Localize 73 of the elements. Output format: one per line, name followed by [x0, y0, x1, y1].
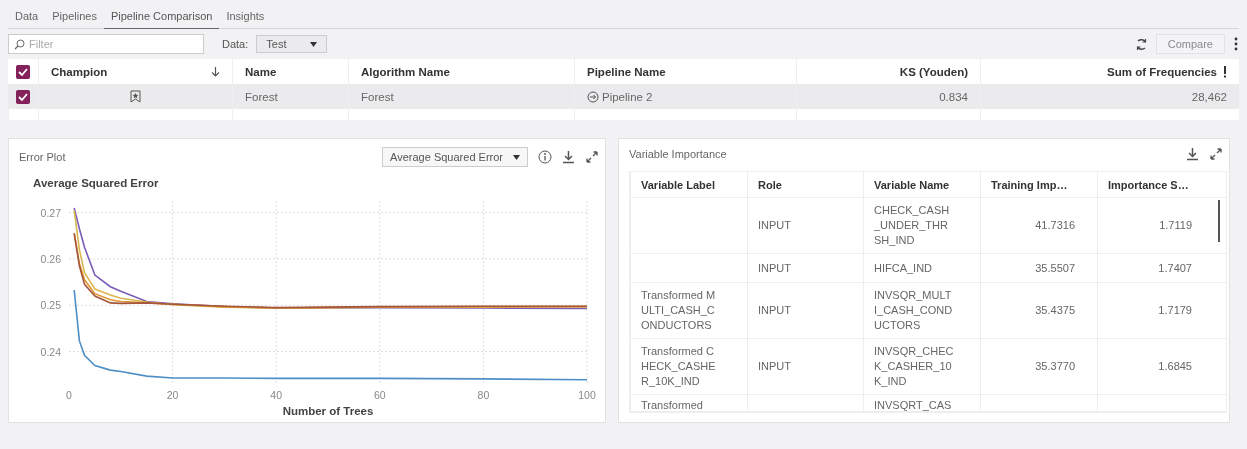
- more-menu-icon[interactable]: [1233, 37, 1239, 51]
- expand-icon[interactable]: [1209, 147, 1223, 161]
- x-tick-label: 80: [477, 389, 490, 401]
- data-dropdown[interactable]: Test: [256, 35, 328, 53]
- filter-field[interactable]: Filter: [8, 34, 204, 54]
- table-cell: 28,462: [1191, 90, 1227, 103]
- table-cell: INVSQR_CHECK_CASHER_10K_IND: [874, 344, 954, 389]
- x-tick-label: 40: [270, 389, 283, 401]
- download-icon[interactable]: [562, 150, 575, 164]
- column-header[interactable]: Algorithm Name: [361, 65, 450, 78]
- sort-arrow-icon[interactable]: [211, 66, 220, 77]
- table-cell: 1.6845: [1158, 359, 1192, 374]
- x-tick-label: 0: [66, 389, 72, 401]
- table-cell: 35.3770: [1035, 359, 1075, 374]
- table-cell: INPUT: [758, 218, 791, 233]
- y-tick-label: 0.27: [40, 206, 61, 219]
- panel-title: Variable Importance: [629, 148, 728, 160]
- column-header[interactable]: Importance S…: [1108, 178, 1189, 191]
- table-cell: Transformed: [641, 398, 703, 411]
- y-tick-label: 0.24: [40, 345, 61, 358]
- table-cell: INVSQRT_CAS: [874, 398, 952, 411]
- scrollbar-thumb[interactable]: [1218, 199, 1220, 242]
- tab[interactable]: Insights: [219, 6, 272, 29]
- table-cell: INPUT: [758, 260, 791, 276]
- chart-title: Average Squared Error: [33, 177, 160, 189]
- table-cell: INPUT: [758, 303, 791, 318]
- table-cell: 1.7407: [1158, 260, 1192, 276]
- column-header[interactable]: Training Imp…: [991, 178, 1068, 191]
- table-cell: 41.7316: [1035, 218, 1075, 233]
- column-header[interactable]: Name: [245, 65, 277, 78]
- data-label: Data:: [222, 38, 249, 50]
- table-cell-text: CHECK_CASH_UNDER_THRSH_IND: [874, 203, 951, 248]
- refresh-icon[interactable]: [1134, 37, 1148, 51]
- caret-icon: [513, 154, 520, 160]
- table-cell: INVSQR_MULTI_CASH_CONDUCTORS: [874, 288, 954, 333]
- table-cell: HIFCA_IND: [874, 260, 933, 276]
- tab[interactable]: Pipelines: [45, 6, 104, 29]
- x-tick-label: 20: [166, 389, 179, 401]
- bookmark-star-icon: [130, 90, 141, 103]
- column-header[interactable]: Role: [758, 178, 782, 191]
- exclamation-icon: [1223, 65, 1227, 78]
- column-header[interactable]: Pipeline Name: [587, 65, 666, 78]
- y-tick-label: 0.26: [40, 252, 61, 265]
- column-header[interactable]: Variable Label: [641, 178, 715, 191]
- table-cell: 1.7179: [1158, 303, 1192, 318]
- x-axis-label: Number of Trees: [282, 405, 374, 417]
- x-tick-label: 60: [373, 389, 386, 401]
- tab[interactable]: Data: [8, 6, 46, 29]
- table-cell: 35.4375: [1035, 303, 1075, 318]
- table-cell: 0.834: [939, 90, 968, 103]
- table-cell-text: Transformed MULTI_CASH_CONDUCTORS: [641, 288, 717, 333]
- column-header[interactable]: KS (Youden): [899, 65, 968, 78]
- table-cell: INPUT: [758, 359, 791, 374]
- caret-icon: [310, 41, 318, 47]
- tab[interactable]: Pipeline Comparison: [103, 6, 220, 29]
- metric-dropdown[interactable]: Average Squared Error: [382, 147, 528, 167]
- table-cell: Pipeline 2: [602, 90, 653, 103]
- checkbox[interactable]: [16, 89, 30, 104]
- x-tick-label: 100: [578, 389, 596, 401]
- panel-title: Error Plot: [19, 151, 67, 163]
- column-header[interactable]: Variable Name: [874, 178, 950, 191]
- table-cell: 35.5507: [1035, 260, 1075, 276]
- column-header[interactable]: Champion: [51, 65, 108, 78]
- y-tick-label: 0.25: [40, 299, 61, 312]
- table-cell: Forest: [245, 90, 278, 103]
- checkbox[interactable]: [16, 64, 30, 79]
- download-icon[interactable]: [1186, 147, 1199, 161]
- info-icon[interactable]: [538, 150, 552, 164]
- table-cell-text: Transformed CHECK_CASHER_10K_IND: [641, 344, 717, 389]
- column-header[interactable]: Sum of Frequencies: [1107, 65, 1217, 78]
- table-cell: Forest: [361, 90, 394, 103]
- table-cell: 1.7119: [1159, 218, 1192, 233]
- expand-icon[interactable]: [585, 150, 599, 164]
